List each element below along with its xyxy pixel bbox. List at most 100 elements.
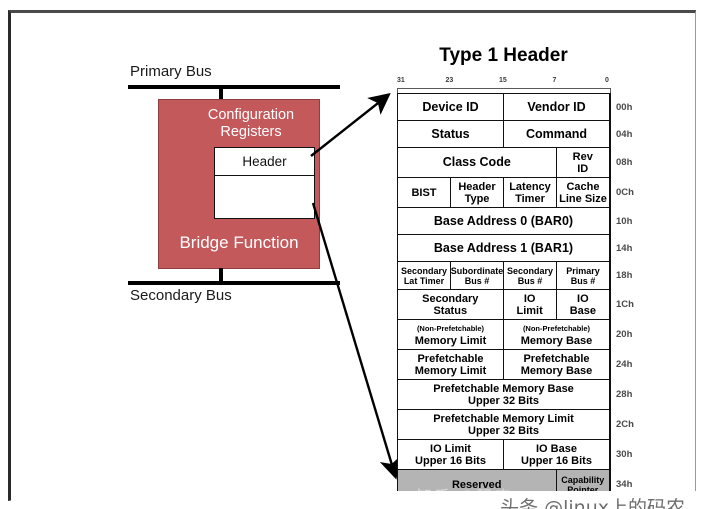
register-offset-label: 18h <box>616 270 633 281</box>
screenshot-canvas: Primary Bus Configuration Registers Head… <box>0 0 704 509</box>
register-row: Secondary Status IO Limit IO Base 1Ch <box>398 290 634 320</box>
register-field-label: IO <box>577 292 589 305</box>
register-offset-label: 2Ch <box>616 419 634 430</box>
register-field-label: Command <box>525 126 588 141</box>
register-field-label: IO Base <box>536 442 577 455</box>
register-field-label: Memory Limit <box>414 334 487 347</box>
register-field-note: (Non-Prefetchable) <box>416 323 485 333</box>
register-field: IO Base Upper 16 Bits <box>504 440 610 469</box>
register-field-label: Capability <box>561 474 605 485</box>
register-field-label-line2: Memory Limit <box>414 364 487 377</box>
register-field-label: Latency <box>509 180 551 193</box>
register-field-label: Base Address 1 (BAR1) <box>433 240 574 255</box>
register-field: Prefetchable Memory Base <box>504 350 610 379</box>
register-field: BIST <box>398 178 451 207</box>
register-field: Secondary Lat Timer <box>398 262 451 289</box>
register-field-label-line2: Bus # <box>517 275 543 286</box>
register-field-label-line2: Line Size <box>559 192 607 205</box>
register-field: Status <box>398 121 504 147</box>
register-row: Base Address 1 (BAR1) 14h <box>398 235 632 262</box>
register-field-label: Cache <box>566 180 600 193</box>
register-field-label-line2: Lat Timer <box>403 275 445 286</box>
bridge-function-label: Bridge Function <box>179 233 299 252</box>
register-field-label: Rev <box>572 150 593 163</box>
arrow-header-to-table-bottom <box>311 202 401 480</box>
register-field-label-line2: Upper 32 Bits <box>468 394 539 407</box>
register-row: Status Command 04h <box>398 121 632 148</box>
register-field-label: Prefetchable <box>523 352 590 365</box>
register-field: IO Base <box>557 290 610 319</box>
register-field-label: Status <box>431 126 470 141</box>
bit-ruler-tick-0: 0 <box>605 77 609 84</box>
register-offset-label: 24h <box>616 359 633 370</box>
bit-ruler-line <box>397 88 611 89</box>
header-sub-box: Header <box>214 147 315 176</box>
register-field: Vendor ID <box>504 94 610 120</box>
secondary-bus-label: Secondary Bus <box>130 287 232 304</box>
register-row: Prefetchable Memory Limit Upper 32 Bits 2C… <box>398 410 634 440</box>
register-offset-label: 1Ch <box>616 299 634 310</box>
register-field: Secondary Bus # <box>504 262 557 289</box>
register-offset-label: 14h <box>616 242 633 254</box>
register-offset-label: 04h <box>616 128 633 140</box>
configuration-registers-line2: Registers <box>220 124 282 140</box>
bit-position-ruler: 31 23 15 7 0 <box>397 77 611 93</box>
register-field: Prefetchable Memory Base Upper 32 Bits <box>398 380 610 409</box>
register-field: IO Limit <box>504 290 557 319</box>
bit-ruler-tick-7: 7 <box>552 77 557 84</box>
bit-ruler-tick-23: 23 <box>445 77 454 84</box>
register-field-label: BIST <box>411 186 437 199</box>
primary-bus-line <box>128 85 340 89</box>
register-field-label: IO <box>523 292 536 305</box>
bit-ruler-tick-15: 15 <box>499 77 507 84</box>
register-field-label: Memory Base <box>520 334 593 347</box>
register-row: Class Code Rev ID 08h <box>398 148 632 178</box>
register-field-label-line2: Limit <box>516 304 543 317</box>
table-title: Type 1 Header <box>439 45 568 66</box>
register-field-label: Device ID <box>422 99 479 114</box>
register-field-label: Prefetchable <box>417 352 484 365</box>
register-row: IO Limit Upper 16 Bits IO Base Upper 16 Bit… <box>398 440 632 470</box>
register-offset-label: 20h <box>616 329 633 340</box>
register-field: Base Address 1 (BAR1) <box>398 235 610 261</box>
secondary-bus-connector <box>219 268 223 282</box>
register-field-label-line2: ID <box>577 162 589 175</box>
arrow-header-to-table-top <box>310 93 391 157</box>
register-field-note: (Non-Prefetchable) <box>522 323 591 333</box>
register-row: (Non-Prefetchable) Memory Limit (Non-Prefe… <box>398 320 632 350</box>
register-field: Latency Timer <box>504 178 557 207</box>
type1-header-register-table: Device ID Vendor ID 00h Status Command 04h Cla… <box>397 93 634 509</box>
register-field: Header Type <box>451 178 504 207</box>
register-field-label-line2: Timer <box>515 192 545 205</box>
register-field: Command <box>504 121 610 147</box>
register-offset-label: 30h <box>616 449 633 460</box>
register-field: (Non-Prefetchable) Memory Base <box>504 320 610 349</box>
register-field: Subordinate Bus # <box>451 262 504 289</box>
configuration-registers-line1: Configuration <box>207 107 295 123</box>
configuration-registers-label: Configuration Registers <box>187 107 315 141</box>
primary-bus-label: Primary Bus <box>130 63 212 80</box>
register-field: Cache Line Size <box>557 178 610 207</box>
register-offset-label: 00h <box>616 101 633 113</box>
register-field-label-line2: Upper 16 Bits <box>415 454 486 467</box>
register-field-label: Primary <box>566 265 600 276</box>
register-field-label: Secondary <box>400 265 448 276</box>
register-field-label: Header <box>458 180 496 193</box>
register-field: Device ID <box>398 94 504 120</box>
blank-register-box <box>214 176 315 219</box>
register-field-label-line2: Bus # <box>464 275 490 286</box>
register-offset-label: 34h <box>616 479 633 490</box>
register-row: Base Address 0 (BAR0) 10h <box>398 208 632 235</box>
register-field: Prefetchable Memory Limit Upper 32 Bits <box>398 410 610 439</box>
register-field-label-line2: Base <box>569 304 597 317</box>
register-field: Primary Bus # <box>557 262 610 289</box>
register-offset-label: 10h <box>616 215 633 227</box>
register-field-label: Prefetchable Memory Limit <box>433 412 574 425</box>
register-field: Base Address 0 (BAR0) <box>398 208 610 234</box>
register-row: Device ID Vendor ID 00h <box>398 94 632 121</box>
register-field: Prefetchable Memory Limit <box>398 350 504 379</box>
register-field-label-line2: Type <box>464 192 490 205</box>
register-field-label-line2: Bus # <box>570 275 596 286</box>
content-frame: Primary Bus Configuration Registers Head… <box>8 10 704 509</box>
register-offset-label: 0Ch <box>616 187 634 198</box>
